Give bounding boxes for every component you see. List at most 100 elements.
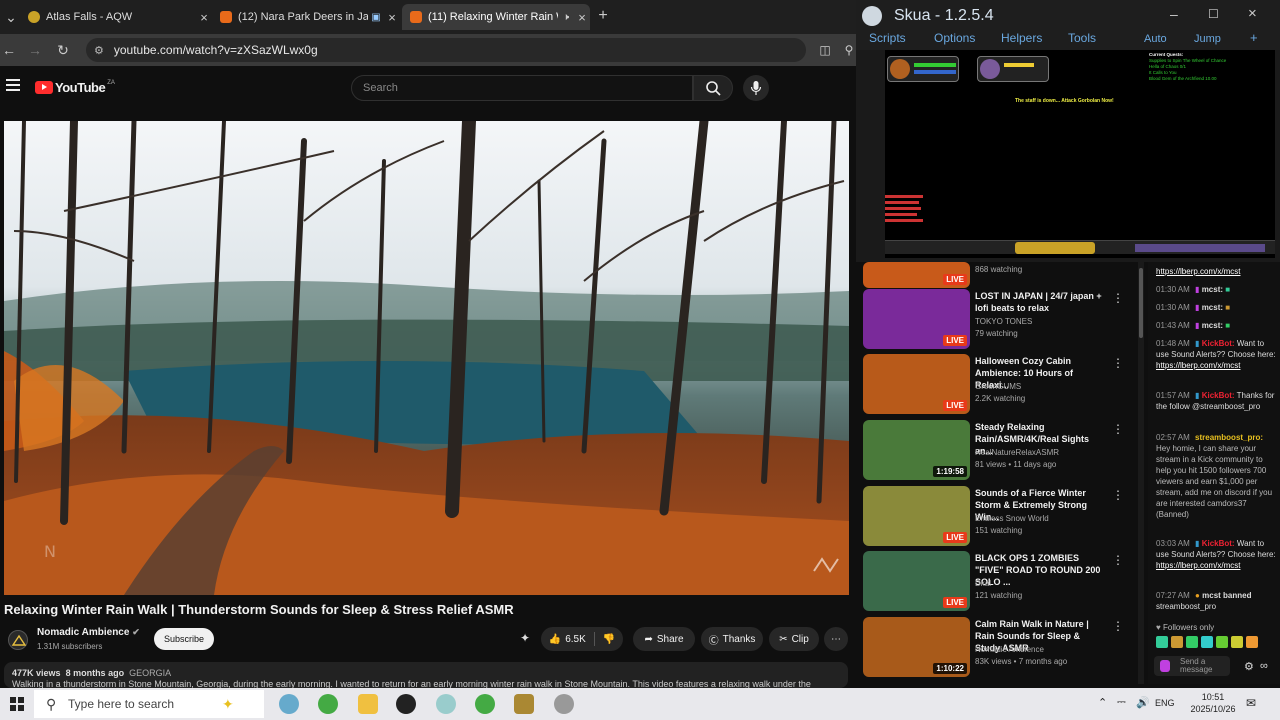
chrome-icon[interactable] [318, 694, 338, 714]
recommendations-scrollbar[interactable] [1138, 262, 1144, 684]
rec-title[interactable]: LOST IN JAPAN | 24/7 japan + lofi beats … [975, 290, 1107, 314]
youtube-logo[interactable]: YouTube ZA [35, 80, 115, 95]
emote-icon[interactable] [1186, 636, 1198, 648]
recommendation-item[interactable]: LIVE Halloween Cozy Cabin Ambience: 10 H… [863, 354, 1143, 416]
menu-auto[interactable]: Auto [1144, 33, 1167, 45]
back-arrow-icon[interactable]: ← [0, 41, 18, 59]
subscribe-button[interactable]: Subscribe [154, 628, 214, 650]
emote-icon[interactable] [1156, 636, 1168, 648]
menu-scripts[interactable]: Scripts [869, 31, 906, 45]
install-app-icon[interactable]: ◫ [816, 41, 834, 59]
recommendation-item[interactable]: LIVE LOST IN JAPAN | 24/7 japan + lofi b… [863, 289, 1143, 351]
app-icon[interactable] [436, 694, 456, 714]
chat-input[interactable]: Send a message [1154, 656, 1230, 676]
chat-settings-icon[interactable]: ⚙ [1244, 660, 1254, 673]
close-tab-icon[interactable]: × [574, 10, 590, 25]
more-options-icon[interactable]: ⋮ [1112, 488, 1124, 502]
recommendation-item[interactable]: 1:19:58 Steady Relaxing Rain/ASMR/4K/Rea… [863, 420, 1143, 482]
chat-user[interactable]: mcst: [1202, 285, 1223, 294]
video-thumbnail[interactable]: LIVE [863, 262, 970, 288]
share-button[interactable]: ➦ Share [633, 627, 695, 651]
more-options-icon[interactable]: ⋮ [1112, 553, 1124, 567]
emote-icon[interactable] [1171, 636, 1183, 648]
video-thumbnail[interactable]: LIVE [863, 551, 970, 611]
close-tab-icon[interactable]: × [384, 10, 400, 25]
video-thumbnail[interactable]: LIVE [863, 354, 970, 414]
video-thumbnail[interactable]: LIVE [863, 486, 970, 546]
search-input[interactable]: Search [351, 75, 693, 101]
ai-sparkle-icon[interactable]: ✦ [520, 631, 530, 645]
chrome-icon[interactable] [475, 694, 495, 714]
forward-arrow-icon[interactable]: → [26, 41, 44, 59]
chat-user[interactable]: streamboost_pro: [1195, 433, 1263, 442]
description-box[interactable]: 477K views 8 months ago GEORGIA Walking … [4, 662, 848, 689]
chat-user[interactable]: KickBot: [1202, 339, 1235, 348]
tab-nara-park[interactable]: (12) Nara Park Deers in Jap ▣ × [212, 4, 400, 30]
chat-user[interactable]: KickBot: [1202, 391, 1235, 400]
skua-taskbar-icon[interactable] [554, 694, 574, 714]
url-bar[interactable]: ⚙ youtube.com/watch?v=zXSazWLwx0g [86, 38, 806, 62]
thanks-button[interactable]: Ⓒ Thanks [701, 627, 763, 651]
more-options-icon[interactable]: ⋮ [1112, 619, 1124, 633]
volume-icon[interactable]: 🔊 [1136, 696, 1150, 709]
rec-channel[interactable]: Nomadic Ambience [975, 645, 1044, 654]
maximize-icon[interactable]: ☐ [1208, 7, 1219, 21]
chat-users-icon[interactable]: ∞ [1260, 660, 1268, 672]
taskbar-search-input[interactable]: ⚲ Type here to search ✦ [34, 690, 264, 718]
more-options-icon[interactable]: ⋮ [1112, 356, 1124, 370]
minimize-icon[interactable]: – [1170, 6, 1178, 22]
rec-channel[interactable]: GreenGUMS [975, 382, 1021, 391]
menu-helpers[interactable]: Helpers [1001, 31, 1042, 45]
menu-hamburger-icon[interactable] [6, 79, 20, 91]
rec-channel[interactable]: Dkal [975, 579, 991, 588]
chat-link[interactable]: https://lberp.com/x/mcst [1156, 267, 1240, 276]
menu-add[interactable]: + [1250, 30, 1258, 45]
more-actions-button[interactable]: ⋯ [824, 627, 848, 651]
recommendation-item[interactable]: LIVE BLACK OPS 1 ZOMBIES "FIVE" ROAD TO … [863, 551, 1143, 613]
system-clock[interactable]: 10:51 2025/10/26 [1188, 691, 1238, 715]
chat-user[interactable]: mcst: [1202, 303, 1223, 312]
windows-start-icon[interactable] [10, 697, 24, 711]
notifications-icon[interactable]: ✉ [1246, 696, 1256, 710]
tab-search-chevron-icon[interactable]: ⌄ [2, 8, 20, 26]
language-indicator[interactable]: ENG [1155, 698, 1175, 708]
recommendation-item[interactable]: LIVE Sounds of a Fierce Winter Storm & E… [863, 486, 1143, 548]
chat-link[interactable]: https://lberp.com/x/mcst [1156, 561, 1240, 570]
rec-channel[interactable]: TOKYO TONES [975, 317, 1032, 326]
copilot-icon[interactable] [279, 694, 299, 714]
video-thumbnail[interactable]: LIVE [863, 289, 970, 349]
chat-user[interactable]: KickBot: [1202, 539, 1235, 548]
hashtag[interactable]: GEORGIA [129, 668, 171, 678]
more-options-icon[interactable]: ⋮ [1112, 291, 1124, 305]
emote-bar[interactable] [1156, 636, 1274, 650]
menu-jump[interactable]: Jump [1194, 33, 1221, 45]
file-explorer-icon[interactable] [358, 694, 378, 714]
rec-channel[interactable]: Endless Snow World [975, 514, 1049, 523]
chat-user[interactable]: mcst banned [1202, 591, 1251, 600]
chat-link[interactable]: https://lberp.com/x/mcst [1156, 361, 1240, 370]
video-thumbnail[interactable]: 1:19:58 [863, 420, 970, 480]
voice-search-button[interactable] [743, 75, 769, 101]
chat-user[interactable]: mcst: [1202, 321, 1223, 330]
usb-icon[interactable]: ⎓ [1117, 696, 1126, 709]
rec-channel[interactable]: RealNatureRelaxASMR [975, 448, 1059, 457]
site-info-icon[interactable]: ⚙ [94, 44, 104, 57]
like-thumb-icon[interactable]: 👍 [549, 634, 561, 645]
steam-icon[interactable] [396, 694, 416, 714]
search-button[interactable] [693, 75, 733, 101]
menu-options[interactable]: Options [934, 31, 975, 45]
game-canvas[interactable]: The staff is down... Attack Gorbolan Now… [885, 50, 1275, 258]
channel-name[interactable]: Nomadic Ambience ✔ [37, 627, 140, 638]
more-options-icon[interactable]: ⋮ [1112, 422, 1124, 436]
video-thumbnail[interactable]: 1:10:22 [863, 617, 970, 677]
game-launcher-icon[interactable] [514, 694, 534, 714]
tab-relaxing-winter-rain[interactable]: (11) Relaxing Winter Rain W 🕨 × [402, 4, 590, 30]
recommendation-item[interactable]: 1:10:22 Calm Rain Walk in Nature | Rain … [863, 617, 1143, 679]
rec-title[interactable]: BLACK OPS 1 ZOMBIES "FIVE" ROAD TO ROUND… [975, 552, 1107, 588]
tray-chevron-icon[interactable]: ⌃ [1098, 696, 1107, 709]
menu-tools[interactable]: Tools [1068, 31, 1096, 45]
clip-button[interactable]: ✂ Clip [769, 627, 819, 651]
emote-icon[interactable] [1216, 636, 1228, 648]
dislike-thumb-icon[interactable]: 👎 [603, 634, 615, 645]
tab-atlas-falls[interactable]: Atlas Falls - AQW × [20, 4, 212, 30]
